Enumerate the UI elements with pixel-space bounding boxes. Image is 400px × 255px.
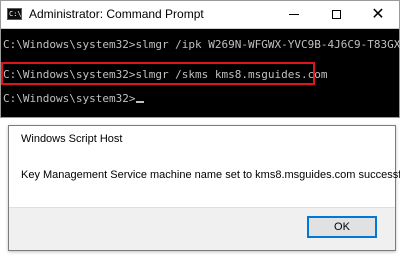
maximize-button[interactable] — [315, 1, 357, 28]
ok-button[interactable]: OK — [307, 216, 377, 238]
console-line: C:\Windows\system32>slmgr /ipk W269N-WFG… — [3, 38, 400, 51]
dialog-titlebar[interactable]: Windows Script Host — [9, 126, 395, 152]
console-line-highlighted: C:\Windows\system32>slmgr /skms kms8.msg… — [3, 68, 328, 81]
console-prompt: C:\Windows\system32> — [3, 92, 136, 105]
console-output[interactable]: C:\Windows\system32>slmgr /ipk W269N-WFG… — [1, 29, 400, 117]
close-icon: ✕ — [371, 5, 385, 23]
text-cursor — [136, 101, 145, 103]
command-prompt-window: C:\ Administrator: Command Prompt ✕ C:\W… — [0, 0, 400, 118]
minimize-button[interactable] — [273, 1, 315, 28]
minimize-icon — [289, 14, 299, 15]
close-button[interactable]: ✕ — [357, 1, 399, 28]
maximize-icon — [331, 10, 341, 19]
dialog-title: Windows Script Host — [21, 133, 123, 145]
command-prompt-titlebar[interactable]: C:\ Administrator: Command Prompt ✕ — [1, 1, 399, 29]
dialog-content: Key Management Service machine name set … — [9, 152, 400, 208]
console-prompt-line: C:\Windows\system32> — [3, 92, 145, 106]
dialog-message: Key Management Service machine name set … — [21, 169, 400, 181]
cmd-icon: C:\ — [7, 8, 22, 20]
window-title: Administrator: Command Prompt — [29, 7, 204, 21]
dialog-footer: OK — [9, 207, 395, 250]
script-host-dialog: Windows Script Host Key Management Servi… — [8, 125, 400, 251]
